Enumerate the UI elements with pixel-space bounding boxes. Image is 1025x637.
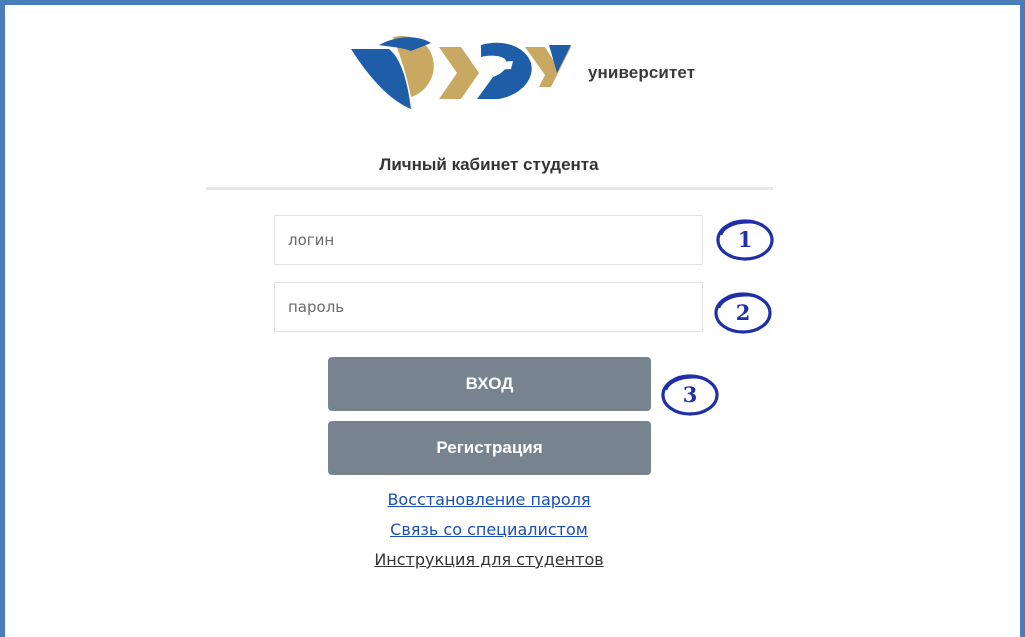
title-divider	[206, 187, 773, 190]
logo-gold-chevron	[439, 47, 479, 99]
register-button[interactable]: Регистрация	[328, 421, 651, 475]
university-name: университет	[588, 63, 696, 82]
annotation-number-2: 2	[735, 300, 751, 325]
page-title: Личный кабинет студента	[379, 155, 599, 174]
login-input[interactable]	[274, 215, 703, 265]
annotation-marker-3: 3	[660, 372, 720, 418]
annotation-number-3: 3	[682, 382, 698, 407]
password-input[interactable]	[274, 282, 703, 332]
student-instructions-link[interactable]: Инструкция для студентов	[205, 550, 773, 569]
recover-password-link[interactable]: Восстановление пароля	[205, 490, 773, 509]
browser-frame: университет Личный кабинет студента ВХОД…	[0, 0, 1025, 637]
contact-specialist-link[interactable]: Связь со специалистом	[205, 520, 773, 539]
logo-blue-bowl	[477, 42, 532, 99]
login-button[interactable]: ВХОД	[328, 357, 651, 411]
annotation-marker-2: 2	[713, 290, 773, 336]
annotation-number-1: 1	[737, 227, 753, 252]
annotation-marker-1: 1	[715, 217, 775, 263]
university-logo	[351, 35, 571, 109]
